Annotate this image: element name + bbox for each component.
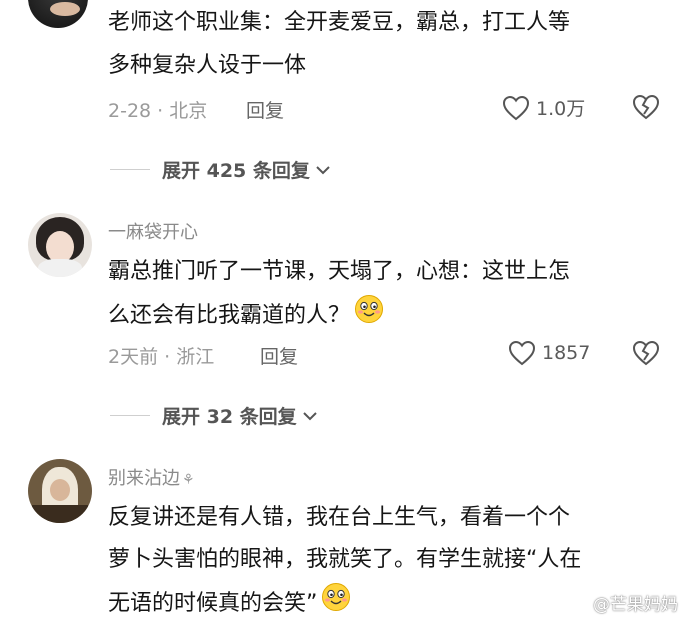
watermark-text: @芒果妈妈	[593, 595, 678, 615]
comment-text-line: 多种复杂人设于一体	[108, 53, 307, 78]
avatar[interactable]	[28, 0, 88, 28]
comment-text-line: 老师这个职业集：全开麦爱豆，霸总，打工人等	[108, 10, 571, 35]
flower-icon: ⚘	[182, 472, 195, 488]
chevron-down-icon	[302, 411, 317, 420]
username[interactable]: 别来沾边 ⚘	[108, 464, 195, 490]
comment-text-line: 萝卜头害怕的眼神，我就笑了。有学生就接“人在	[108, 547, 582, 572]
dislike-button[interactable]	[632, 340, 660, 370]
heart-icon	[508, 340, 536, 366]
divider	[110, 415, 150, 416]
comment-text-line: 么还会有比我霸道的人？	[108, 294, 384, 338]
comment-meta: 2天前 · 浙江	[108, 346, 215, 368]
divider	[110, 169, 150, 170]
like-count: 1.0万	[536, 98, 586, 120]
reply-button[interactable]: 回复	[260, 342, 298, 369]
broken-heart-icon	[632, 94, 660, 120]
dislike-button[interactable]	[632, 94, 660, 124]
weibo-icon	[565, 594, 587, 612]
broken-heart-icon	[632, 340, 660, 366]
expand-replies-button[interactable]: 展开 425 条回复	[110, 156, 332, 183]
heart-icon	[502, 95, 530, 120]
comment-text-line: 无语的时候真的会笑”	[108, 582, 351, 626]
like-count: 1857	[542, 342, 591, 364]
chevron-down-icon	[316, 165, 330, 174]
expand-replies-button[interactable]: 展开 32 条回复	[110, 402, 319, 429]
like-button[interactable]: 1857	[508, 340, 590, 366]
username[interactable]: 一麻袋开心	[108, 218, 198, 244]
comment-meta: 2-28 · 北京	[108, 100, 208, 122]
comment-text-line: 霸总推门听了一节课，天塌了，心想：这世上怎	[108, 259, 571, 284]
avatar[interactable]	[28, 459, 92, 523]
smile-emoji-icon	[321, 582, 351, 626]
avatar[interactable]	[28, 213, 92, 277]
watermark: @芒果妈妈	[565, 590, 678, 615]
reply-button[interactable]: 回复	[246, 96, 284, 123]
like-button[interactable]: 1.0万	[502, 94, 585, 121]
expand-replies-label: 展开 32 条回复	[162, 406, 297, 428]
smile-emoji-icon	[354, 294, 384, 338]
comment-text-line: 反复讲还是有人错，我在台上生气，看着一个个	[108, 505, 571, 530]
expand-replies-label: 展开 425 条回复	[162, 160, 310, 182]
